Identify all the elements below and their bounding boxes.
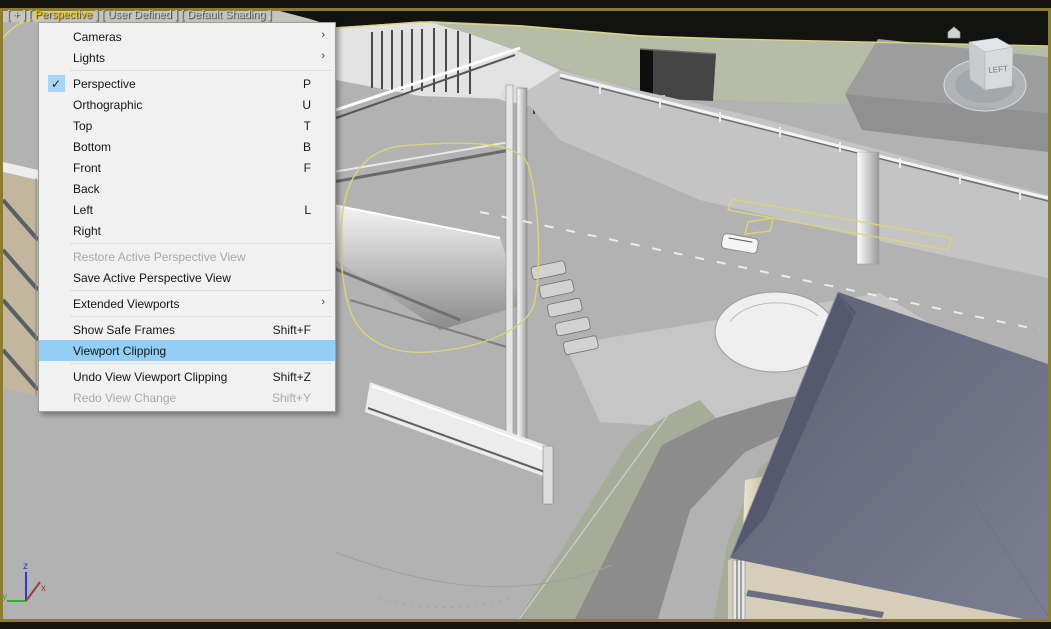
menu-item-save-active-perspective-view[interactable]: Save Active Perspective View	[39, 267, 335, 288]
menu-item-back[interactable]: Back	[39, 178, 335, 199]
menu-item-shortcut: U	[302, 98, 335, 112]
menu-item-shortcut: B	[303, 140, 335, 154]
menu-item-shortcut: L	[304, 203, 335, 217]
menu-item-label: Front	[73, 161, 101, 175]
menu-item-label: Redo View Change	[73, 391, 176, 405]
menu-item-cameras[interactable]: Cameras ›	[39, 26, 335, 47]
submenu-arrow-icon: ›	[321, 50, 325, 62]
menu-item-shortcut: Shift+Z	[273, 370, 335, 384]
pillar	[517, 88, 527, 440]
menu-item-label: Save Active Perspective View	[73, 271, 231, 285]
menu-item-shortcut: P	[303, 77, 335, 91]
viewport-label-shading[interactable]: ] [ User Defined ] [ Default Shading ]	[92, 9, 271, 21]
pillar-bright	[857, 152, 879, 264]
wall-scaffold	[733, 560, 745, 629]
menu-item-label: Right	[73, 224, 101, 238]
menu-item-perspective[interactable]: ✓ Perspective P	[39, 73, 335, 94]
menu-item-show-safe-frames[interactable]: Show Safe Frames Shift+F	[39, 319, 335, 340]
menu-item-label: Top	[73, 119, 92, 133]
menu-item-label: Extended Viewports	[73, 297, 180, 311]
viewport-label[interactable]: [ + ] [ Perspective ] [ User Defined ] […	[7, 9, 271, 21]
menu-item-undo-view-viewport-clipping[interactable]: Undo View Viewport Clipping Shift+Z	[39, 366, 335, 387]
menu-item-label: Show Safe Frames	[73, 323, 175, 337]
axis-z-label: z	[23, 561, 28, 572]
menu-item-label: Undo View Viewport Clipping	[73, 370, 227, 384]
left-building	[3, 162, 38, 396]
menu-separator	[70, 316, 332, 317]
menu-item-bottom[interactable]: Bottom B	[39, 136, 335, 157]
menu-item-label: Perspective	[73, 77, 136, 91]
menu-item-lights[interactable]: Lights ›	[39, 47, 335, 68]
menu-item-label: Orthographic	[73, 98, 142, 112]
menu-item-label: Restore Active Perspective View	[73, 250, 246, 264]
menu-item-label: Lights	[73, 51, 105, 65]
menu-item-front[interactable]: Front F	[39, 157, 335, 178]
menu-item-restore-active-perspective-view[interactable]: Restore Active Perspective View	[39, 246, 335, 267]
menu-separator	[70, 290, 332, 291]
menu-item-label: Cameras	[73, 30, 122, 44]
menu-item-extended-viewports[interactable]: Extended Viewports ›	[39, 293, 335, 314]
menu-item-label: Bottom	[73, 140, 111, 154]
menu-item-left[interactable]: Left L	[39, 199, 335, 220]
max-viewport-frame: LEFT y z x [ + ] [ Perspective ] [ User …	[0, 0, 1051, 629]
menu-item-shortcut: Shift+F	[273, 323, 335, 337]
menu-separator	[70, 243, 332, 244]
pillar	[506, 85, 513, 435]
submenu-arrow-icon: ›	[321, 29, 325, 41]
axis-x-label: x	[41, 583, 46, 594]
submenu-arrow-icon: ›	[321, 296, 325, 308]
menu-item-shortcut: Shift+Y	[272, 391, 335, 405]
viewcube-face-label[interactable]: LEFT	[988, 64, 1008, 75]
menu-item-label: Back	[73, 182, 100, 196]
menu-item-shortcut: T	[304, 119, 335, 133]
menu-item-right[interactable]: Right	[39, 220, 335, 241]
check-icon: ✓	[39, 75, 73, 92]
menu-item-top[interactable]: Top T	[39, 115, 335, 136]
viewport-label-general[interactable]: [ + ] [	[7, 9, 35, 21]
checkmark-icon: ✓	[48, 75, 65, 92]
menu-item-shortcut: F	[304, 161, 335, 175]
menu-item-label: Left	[73, 203, 93, 217]
menu-separator	[70, 70, 332, 71]
menu-item-viewport-clipping[interactable]: Viewport Clipping	[39, 340, 335, 361]
menu-item-redo-view-change[interactable]: Redo View Change Shift+Y	[39, 387, 335, 408]
menu-item-label: Viewport Clipping	[73, 344, 166, 358]
menu-separator	[70, 363, 332, 364]
menu-item-orthographic[interactable]: Orthographic U	[39, 94, 335, 115]
viewport-menu: Cameras › Lights › ✓ Perspective P Orthographic…	[38, 22, 336, 412]
viewport-label-pov[interactable]: Perspective	[35, 9, 92, 21]
